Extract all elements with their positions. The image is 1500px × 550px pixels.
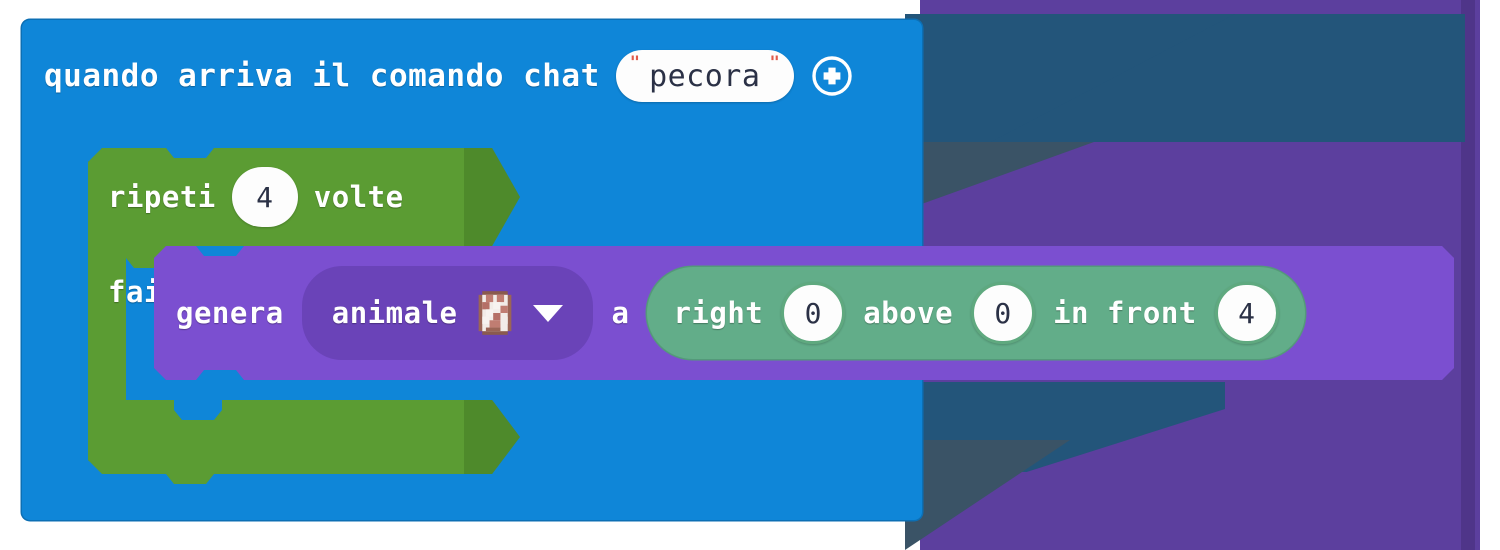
loop-block-arrow-top [462, 148, 520, 246]
quote-close-mark: " [769, 53, 780, 73]
spawn-block[interactable]: genera animale a right 0 above 0 in fron… [154, 246, 1454, 380]
coord-above-value: 0 [994, 296, 1012, 330]
loop-block-arrow-bottom [462, 400, 520, 474]
loop-times-input[interactable]: 4 [231, 167, 298, 227]
quote-open-mark: " [629, 53, 640, 73]
entity-dropdown-label: animale [331, 296, 458, 330]
spawn-block-row: genera animale a right 0 above 0 in fron… [176, 246, 1305, 380]
coord-right-input[interactable]: 0 [781, 282, 846, 344]
coord-front-value: 4 [1238, 296, 1256, 330]
coord-right-label: right [673, 296, 764, 330]
entity-dropdown[interactable]: animale [301, 266, 594, 360]
event-block-label: quando arriva il comando chat [44, 58, 600, 94]
chevron-down-icon[interactable] [533, 304, 564, 322]
coordinate-block[interactable]: right 0 above 0 in front 4 [647, 267, 1305, 359]
spawn-verb-label: genera [176, 296, 284, 330]
coord-above-input[interactable]: 0 [971, 282, 1036, 344]
coord-front-input[interactable]: 4 [1214, 282, 1279, 344]
chat-command-input[interactable]: " pecora " [615, 50, 794, 102]
plus-circle-icon[interactable] [810, 54, 854, 98]
loop-repeat-label: ripeti [108, 180, 216, 214]
loop-times-label: volte [313, 180, 404, 214]
coord-above-label: above [863, 296, 954, 330]
sheep-sprite-icon [479, 291, 512, 335]
spawn-at-label: a [611, 296, 630, 330]
loop-block-header-row: ripeti 4 volte [108, 164, 404, 230]
event-block-header-row: quando arriva il comando chat " pecora " [22, 20, 922, 132]
blockly-workspace[interactable]: quando arriva il comando chat " pecora "… [0, 0, 1500, 550]
coord-right-value: 0 [804, 296, 822, 330]
loop-times-value: 4 [256, 180, 274, 214]
chat-command-value: pecora [649, 58, 761, 94]
coord-front-label: in front [1053, 296, 1197, 330]
